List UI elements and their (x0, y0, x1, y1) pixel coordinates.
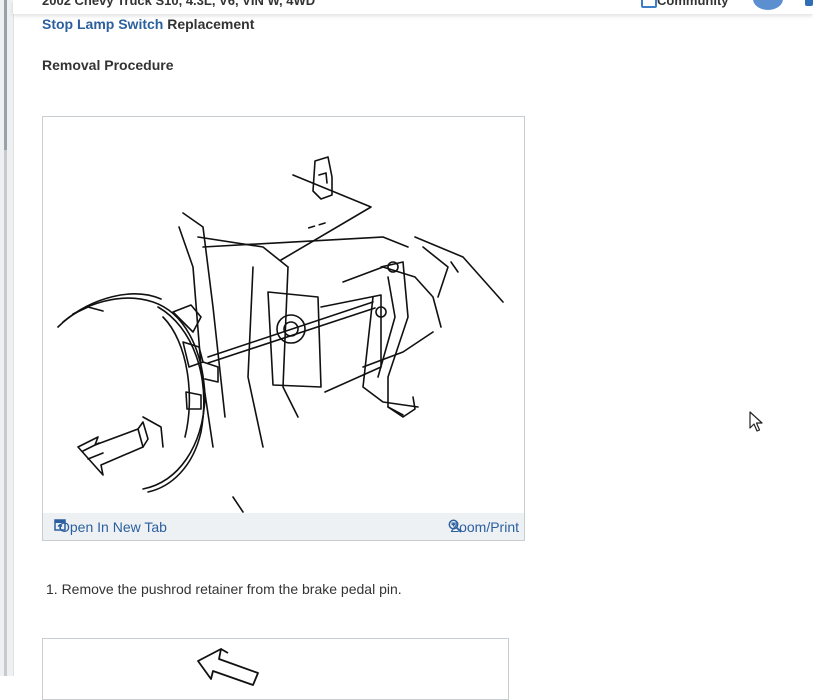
scrollbar-thumb[interactable] (4, 0, 7, 150)
step-1-text: 1. Remove the pushrod retainer from the … (46, 581, 402, 597)
next-diagram-image (197, 648, 259, 686)
breadcrumb-current: Replacement (163, 16, 255, 32)
page-header-title: 2002 Chevy Truck S10, 4.3L, V6, VIN W, 4… (42, 0, 316, 8)
window-left-edge (0, 0, 14, 676)
zoom-print-link[interactable]: Zoom/Print (448, 519, 519, 535)
breadcrumb: Stop Lamp Switch Replacement (42, 16, 254, 32)
brake-pedal-diagram-image[interactable] (43, 117, 524, 513)
avatar[interactable] (753, 0, 783, 10)
figure-next-diagram[interactable] (42, 638, 509, 700)
header-edge-button[interactable] (805, 0, 813, 6)
open-in-new-tab-label: Open In New Tab (59, 519, 167, 535)
figure-footer: Open In New Tab Zoom/Print (43, 513, 524, 540)
section-heading: Removal Procedure (42, 57, 174, 73)
open-in-new-tab-link[interactable]: Open In New Tab (54, 519, 167, 535)
community-icon[interactable] (641, 0, 657, 8)
breadcrumb-link-stop-lamp-switch[interactable]: Stop Lamp Switch (42, 16, 163, 32)
mouse-cursor-icon (749, 411, 763, 438)
figure-removal-diagram: Open In New Tab Zoom/Print (42, 116, 525, 541)
community-link[interactable]: Community (657, 0, 729, 8)
top-header-bar: 2002 Chevy Truck S10, 4.3L, V6, VIN W, 4… (13, 0, 813, 14)
